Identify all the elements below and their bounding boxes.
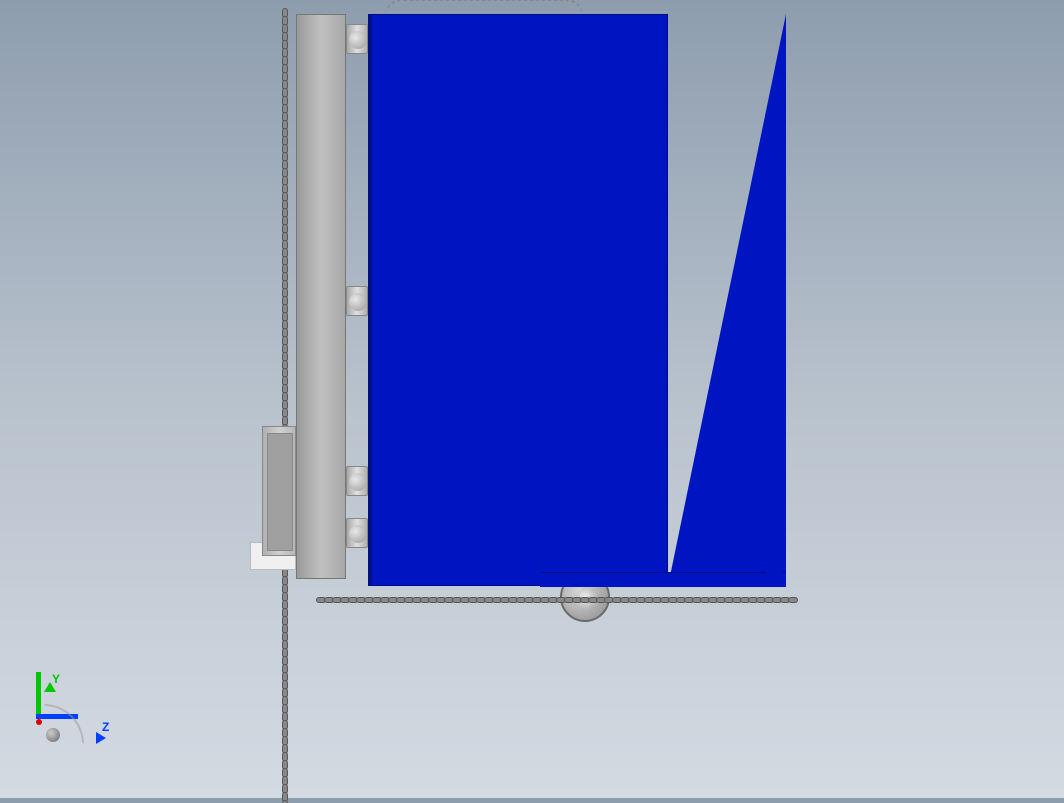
- panel-edge: [368, 14, 372, 586]
- mounting-knob-3: [346, 466, 368, 496]
- main-body-panel: [368, 14, 668, 586]
- model-assembly: [254, 8, 784, 618]
- side-bracket: [262, 426, 296, 556]
- mounting-knob-2: [346, 286, 368, 316]
- y-axis: [36, 672, 41, 714]
- tapered-panel: [668, 14, 786, 586]
- mounting-column: [296, 14, 346, 579]
- side-bracket-inner: [267, 433, 293, 551]
- orientation-triad[interactable]: Y Z: [36, 672, 116, 752]
- mounting-knob-4: [346, 518, 368, 548]
- triad-origin: [46, 728, 60, 742]
- x-axis-dot-icon: [36, 719, 42, 725]
- z-axis-label: Z: [102, 720, 109, 734]
- y-axis-label: Y: [52, 672, 60, 686]
- base-tab: [766, 572, 782, 587]
- 3d-viewport[interactable]: Y Z: [0, 0, 1064, 798]
- mounting-knob-1: [346, 24, 368, 54]
- horizontal-chain: [316, 597, 806, 603]
- vertical-chain: [282, 8, 288, 803]
- base-ledge: [540, 572, 786, 587]
